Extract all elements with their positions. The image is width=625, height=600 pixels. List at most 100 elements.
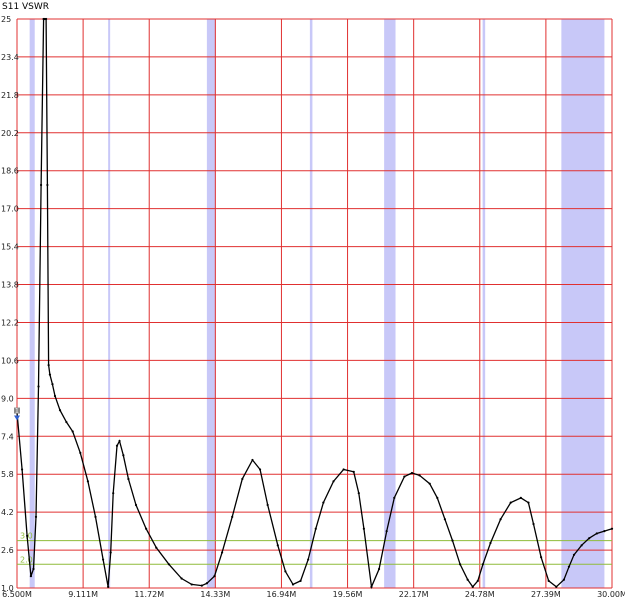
data-point: [580, 544, 583, 547]
data-point: [180, 577, 183, 580]
data-point: [48, 373, 52, 376]
data-point: [46, 183, 49, 187]
y-tick-label: 12.2: [1, 318, 19, 327]
data-point: [65, 420, 68, 424]
data-point: [451, 539, 454, 542]
data-point: [555, 585, 558, 588]
data-point: [370, 585, 373, 588]
data-point: [251, 458, 254, 462]
band: [309, 19, 313, 588]
data-point: [112, 492, 115, 495]
data-point: [284, 570, 287, 573]
y-tick-label: 23.4: [1, 53, 19, 62]
data-point: [45, 17, 48, 21]
data-point: [509, 501, 512, 504]
x-tick-label: 19.56M: [333, 590, 363, 599]
x-tick-labels: 6.500M 9.111M 11.72M 14.33M 16.94M 19.56M 22.1…: [2, 590, 625, 599]
data-point: [519, 496, 522, 500]
data-point: [231, 515, 234, 518]
data-point: [322, 501, 325, 504]
data-point: [362, 527, 365, 530]
data-point: [37, 385, 40, 388]
data-point: [39, 183, 43, 187]
marker-label: 1: [15, 408, 19, 415]
data-point: [476, 579, 479, 582]
x-tick-label: 27.39M: [531, 590, 561, 599]
data-point: [276, 544, 279, 547]
data-point: [352, 470, 355, 473]
data-point: [527, 501, 530, 504]
x-tick-label: 6.500M: [2, 590, 32, 599]
data-point: [32, 567, 35, 571]
y-tick-label: 10.6: [1, 356, 19, 365]
x-tick-label: 30.00M: [597, 590, 625, 599]
x-tick-label: 22.17M: [399, 590, 429, 599]
data-point: [307, 558, 310, 561]
data-point: [205, 582, 208, 585]
data-point: [34, 515, 38, 518]
data-point: [101, 558, 105, 561]
data-point: [314, 527, 317, 530]
y-tick-label: 17.0: [1, 205, 19, 214]
data-point: [53, 394, 57, 398]
data-point: [29, 575, 33, 578]
y-tick-label: 7.4: [1, 432, 14, 441]
data-point: [20, 468, 24, 471]
x-tick-label: 24.78M: [465, 590, 495, 599]
data-point: [115, 444, 119, 447]
data-point: [71, 430, 74, 433]
data-point: [410, 471, 414, 475]
data-point: [291, 583, 295, 586]
data-point: [610, 527, 614, 530]
data-point: [377, 567, 381, 571]
band: [108, 19, 111, 588]
data-point: [118, 439, 121, 443]
data-point: [499, 518, 502, 521]
data-point: [603, 530, 606, 533]
y-tick-label: 15.4: [1, 243, 19, 252]
data-point: [86, 480, 89, 483]
data-point: [562, 578, 565, 581]
y-tick-labels: 1.02.64.25.87.49.010.612.213.815.417.018…: [1, 15, 19, 593]
data-point: [258, 468, 262, 471]
data-point: [167, 563, 171, 566]
y-tick-label: 21.8: [1, 91, 19, 100]
reference-line-label: 2.0: [20, 555, 33, 564]
x-tick-label: 14.33M: [200, 590, 230, 599]
y-tick-label: 4.2: [1, 508, 14, 517]
band: [29, 19, 35, 588]
y-tick-label: 18.6: [1, 167, 19, 176]
band: [482, 19, 486, 588]
data-point: [466, 578, 469, 581]
data-point: [436, 496, 439, 500]
band: [206, 19, 216, 588]
data-point: [428, 482, 431, 485]
data-point: [489, 541, 492, 545]
data-point: [385, 530, 388, 533]
data-point: [145, 527, 148, 530]
data-point: [94, 515, 97, 518]
data-point: [79, 451, 82, 454]
data-point: [241, 477, 244, 481]
data-point: [357, 492, 360, 495]
band: [561, 19, 605, 588]
data-point: [567, 565, 571, 568]
data-point: [200, 584, 203, 587]
data-point: [220, 551, 224, 554]
data-point: [51, 383, 54, 386]
data-point: [266, 503, 269, 507]
data-point: [403, 475, 406, 478]
data-point: [418, 474, 421, 477]
data-point: [547, 579, 550, 582]
data-point: [190, 583, 193, 586]
data-point: [332, 480, 335, 483]
data-point: [109, 551, 112, 554]
x-tick-label: 9.111M: [68, 590, 98, 599]
data-point: [532, 522, 535, 526]
y-tick-label: 20.2: [1, 129, 19, 138]
y-tick-label: 13.8: [1, 281, 19, 290]
y-tick-label: 5.8: [1, 470, 14, 479]
data-point: [458, 563, 462, 566]
data-point: [471, 585, 474, 588]
x-tick-label: 16.94M: [267, 590, 297, 599]
